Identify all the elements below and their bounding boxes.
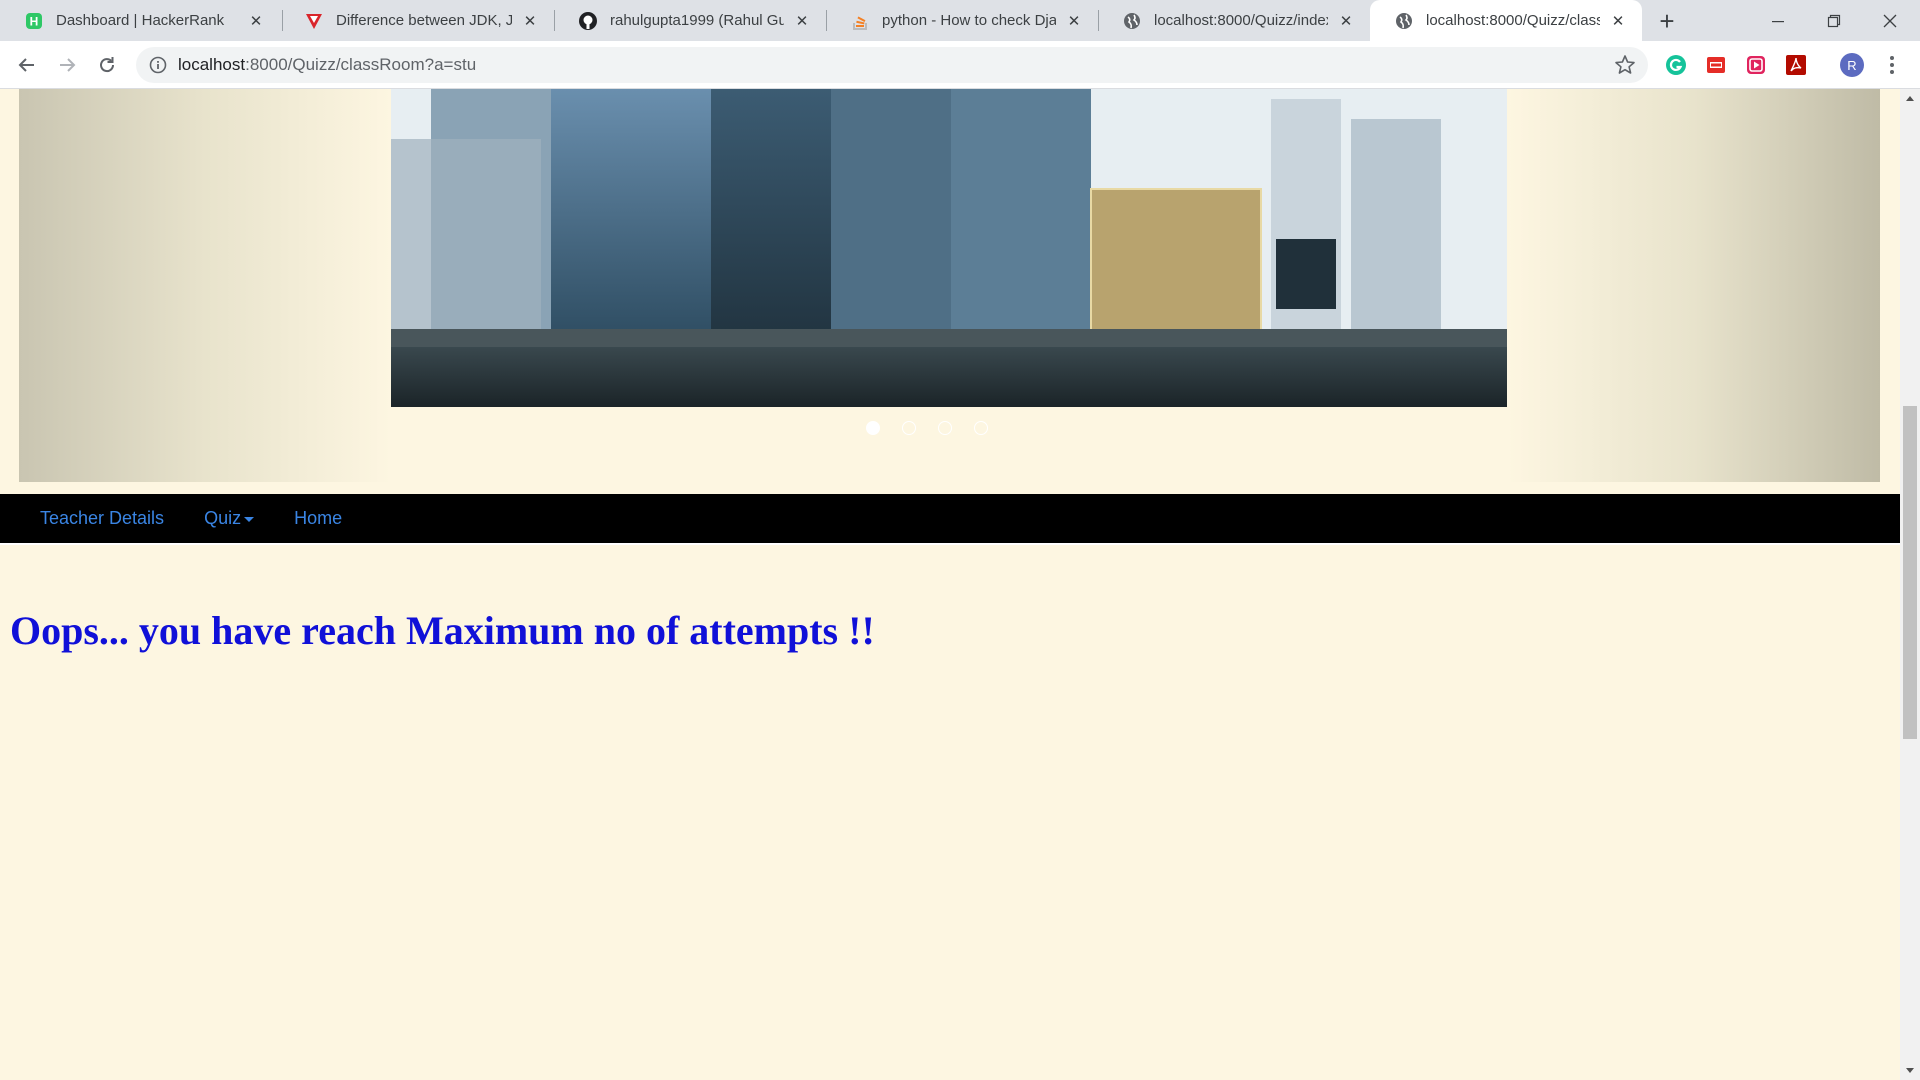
- close-tab-icon[interactable]: ✕: [520, 11, 540, 31]
- site-navbar: Teacher Details Quiz Home: [0, 494, 1900, 545]
- carousel-indicator[interactable]: [974, 421, 988, 435]
- minimize-button[interactable]: [1750, 0, 1806, 41]
- github-icon: [578, 11, 598, 31]
- carousel-slide-image: [391, 89, 1507, 407]
- arrow-left-icon: [18, 58, 34, 72]
- globe-icon: [1122, 11, 1142, 31]
- page-scrollbar[interactable]: [1900, 89, 1920, 1080]
- tab-jdk-jre[interactable]: Difference between JDK, JRE ✕: [280, 0, 554, 41]
- reload-button[interactable]: [92, 50, 122, 80]
- carousel: [19, 89, 1880, 482]
- scroll-up-icon[interactable]: [1906, 96, 1914, 101]
- tab-title: localhost:8000/Quizz/classRoom: [1426, 12, 1600, 29]
- arrow-right-icon: [60, 58, 76, 72]
- carousel-indicator[interactable]: [902, 421, 916, 435]
- browser-menu-button[interactable]: [1882, 53, 1902, 77]
- carousel-indicator[interactable]: [866, 421, 880, 435]
- video-extension-icon[interactable]: [1744, 53, 1768, 77]
- close-tab-icon[interactable]: ✕: [1336, 11, 1356, 31]
- reload-icon: [100, 57, 115, 73]
- stackoverflow-icon: [850, 11, 870, 31]
- close-tab-icon[interactable]: ✕: [792, 11, 812, 31]
- nav-label: Home: [294, 508, 343, 528]
- profile-avatar[interactable]: R: [1840, 53, 1864, 77]
- tab-title: Difference between JDK, JRE: [336, 12, 512, 29]
- tab-hackerrank[interactable]: H Dashboard | HackerRank ✕: [0, 0, 280, 41]
- navbar-links: Teacher Details Quiz Home: [20, 494, 362, 543]
- info-icon[interactable]: [148, 55, 168, 75]
- close-tab-icon[interactable]: ✕: [246, 11, 266, 31]
- max-attempts-message: Oops... you have reach Maximum no of att…: [10, 608, 875, 653]
- minimize-icon: [1772, 20, 1784, 22]
- caret-down-icon: [244, 516, 255, 522]
- carousel-indicator[interactable]: [938, 421, 952, 435]
- browser-toolbar: localhost:8000/Quizz/classRoom?a=stu R: [0, 41, 1920, 89]
- tab-quizz-index[interactable]: localhost:8000/Quizz/index ✕: [1098, 0, 1370, 41]
- restore-button[interactable]: [1806, 0, 1862, 41]
- tab-stackoverflow[interactable]: python - How to check Django ✕: [826, 0, 1098, 41]
- nav-teacher-details[interactable]: Teacher Details: [20, 508, 184, 529]
- close-tab-icon[interactable]: ✕: [1608, 11, 1628, 31]
- tab-strip: H Dashboard | HackerRank ✕ Difference be…: [0, 0, 1920, 41]
- svg-text:H: H: [30, 14, 39, 28]
- tab-github[interactable]: rahulgupta1999 (Rahul Gupta) ✕: [554, 0, 826, 41]
- page-viewport: Teacher Details Quiz Home Oops... you ha…: [0, 89, 1900, 1080]
- scrollbar-thumb[interactable]: [1903, 406, 1917, 739]
- carousel-indicators: [19, 421, 1880, 435]
- acrobat-extension-icon[interactable]: [1784, 53, 1808, 77]
- tab-title: rahulgupta1999 (Rahul Gupta): [610, 12, 784, 29]
- tab-title: Dashboard | HackerRank: [56, 12, 225, 29]
- nav-home[interactable]: Home: [274, 508, 362, 529]
- tab-title: localhost:8000/Quizz/index: [1154, 12, 1328, 29]
- tutorial-site-icon: [304, 11, 324, 31]
- globe-icon: [1394, 11, 1414, 31]
- tab-title: python - How to check Django: [882, 12, 1056, 29]
- hackerrank-icon: H: [24, 11, 44, 31]
- back-button[interactable]: [12, 50, 42, 80]
- close-window-button[interactable]: [1862, 0, 1918, 41]
- close-tab-icon[interactable]: ✕: [1064, 11, 1084, 31]
- tab-quizz-classroom[interactable]: localhost:8000/Quizz/classRoom ✕: [1370, 0, 1642, 41]
- address-bar[interactable]: localhost:8000/Quizz/classRoom?a=stu: [136, 47, 1648, 83]
- url-text[interactable]: localhost:8000/Quizz/classRoom?a=stu: [178, 47, 476, 83]
- city-buildings-illustration: [391, 89, 1507, 407]
- nav-quiz-dropdown[interactable]: Quiz: [184, 508, 274, 529]
- nav-label: Quiz: [204, 508, 242, 528]
- bookmark-star-icon[interactable]: [1614, 54, 1636, 76]
- scroll-down-icon[interactable]: [1906, 1068, 1914, 1073]
- grammarly-extension-icon[interactable]: [1664, 53, 1688, 77]
- pdf-extension-icon[interactable]: [1704, 53, 1728, 77]
- close-icon: [1883, 14, 1897, 27]
- forward-button[interactable]: [52, 50, 82, 80]
- restore-icon: [1827, 14, 1841, 27]
- nav-label: Teacher Details: [40, 508, 165, 528]
- more-vert-icon: [1890, 56, 1894, 74]
- url-host: localhost: [178, 55, 246, 74]
- url-path: :8000/Quizz/classRoom?a=stu: [245, 55, 477, 74]
- new-tab-button[interactable]: +: [1652, 6, 1682, 36]
